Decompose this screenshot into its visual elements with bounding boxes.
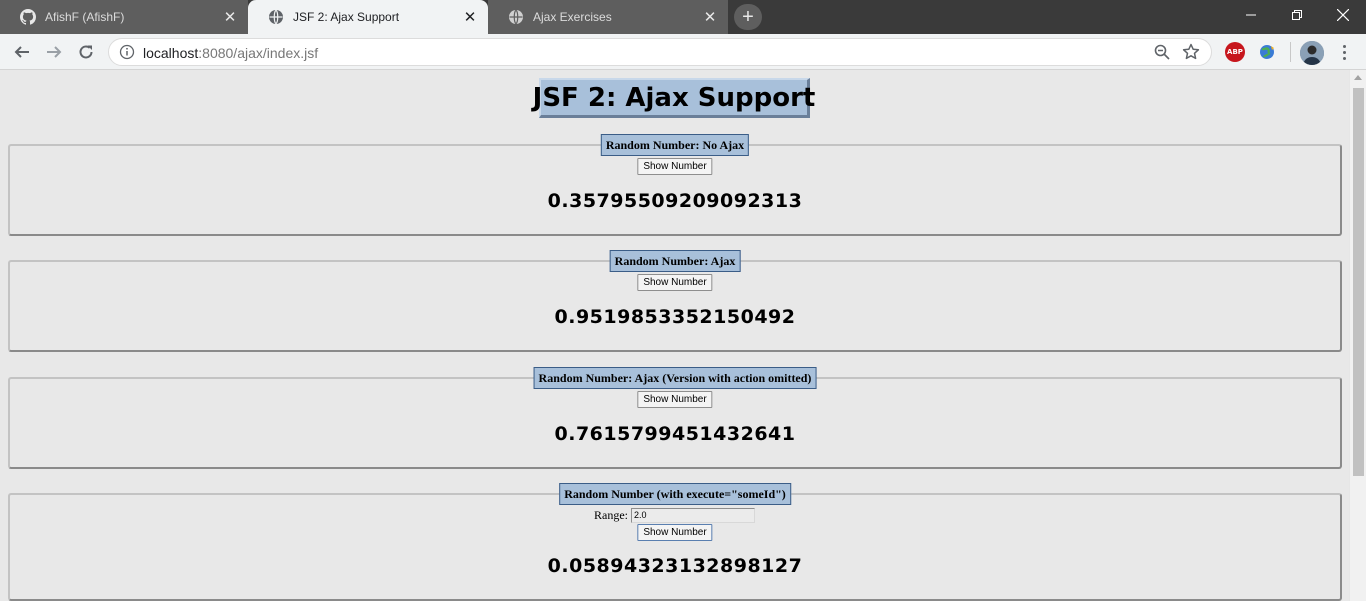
page-title: JSF 2: Ajax Support	[533, 78, 815, 118]
back-button[interactable]	[8, 38, 36, 66]
globe-icon	[268, 9, 284, 25]
show-number-button[interactable]: Show Number	[637, 274, 713, 291]
range-input[interactable]: 2.0	[631, 508, 755, 523]
bookmark-star-icon[interactable]	[1181, 42, 1201, 62]
tab-title: Ajax Exercises	[533, 10, 612, 24]
forward-arrow-icon	[47, 46, 62, 58]
section-no-ajax: Random Number: No Ajax Show Number 0.357…	[8, 134, 1342, 236]
toolbar-separator	[1290, 42, 1291, 62]
random-number-result: 0.9519853352150492	[554, 306, 796, 328]
profile-avatar[interactable]	[1300, 41, 1324, 65]
extension-globe-icon[interactable]	[1257, 42, 1277, 62]
tab-github[interactable]: AfishF (AfishF) ✕	[0, 0, 248, 34]
section-legend: Random Number: Ajax (Version with action…	[533, 367, 817, 389]
forward-button[interactable]	[40, 38, 68, 66]
random-number-result: 0.35795509209092313	[547, 190, 803, 212]
vertical-scrollbar[interactable]	[1349, 70, 1366, 601]
scrollbar-thumb[interactable]	[1353, 88, 1364, 476]
zoom-out-icon[interactable]	[1153, 43, 1171, 61]
section-legend: Random Number: No Ajax	[600, 134, 750, 156]
adblock-plus-icon[interactable]: ABP	[1225, 42, 1245, 62]
new-tab-button[interactable]: +	[734, 4, 762, 30]
browser-toolbar: localhost:8080/ajax/index.jsf ABP	[0, 34, 1366, 70]
show-number-button[interactable]: Show Number	[637, 391, 713, 408]
section-ajax-action-omitted: Random Number: Ajax (Version with action…	[8, 367, 1342, 469]
tab-strip: AfishF (AfishF) ✕ JSF 2: Ajax Support ✕ …	[0, 0, 1366, 34]
tab-title: AfishF (AfishF)	[45, 10, 125, 24]
scroll-up-arrow-icon[interactable]	[1354, 75, 1362, 80]
page-viewport: JSF 2: Ajax Support Random Number: No Aj…	[0, 70, 1349, 601]
random-number-result: 0.7615799451432641	[554, 423, 796, 445]
section-legend: Random Number (with execute="someId")	[559, 483, 791, 505]
minimize-button[interactable]	[1228, 0, 1274, 30]
section-legend: Random Number: Ajax	[609, 250, 741, 272]
show-number-button[interactable]: Show Number	[637, 158, 713, 175]
reload-icon	[79, 45, 93, 59]
browser-menu-button[interactable]	[1334, 42, 1354, 62]
tab-title: JSF 2: Ajax Support	[293, 10, 400, 24]
url-text: localhost:8080/ajax/index.jsf	[143, 45, 319, 61]
globe-icon	[508, 9, 524, 25]
close-tab-icon[interactable]: ✕	[458, 5, 482, 29]
back-arrow-icon	[14, 46, 29, 58]
github-icon	[20, 9, 36, 25]
random-number-result: 0.05894323132898127	[547, 555, 803, 577]
close-tab-icon[interactable]: ✕	[218, 5, 242, 29]
reload-button[interactable]	[72, 38, 100, 66]
close-tab-icon[interactable]: ✕	[698, 5, 722, 29]
tab-ajax-exercises[interactable]: Ajax Exercises ✕	[488, 0, 728, 34]
section-ajax: Random Number: Ajax Show Number 0.951985…	[8, 250, 1342, 352]
tab-jsf-ajax-support[interactable]: JSF 2: Ajax Support ✕	[248, 0, 488, 34]
close-window-button[interactable]	[1320, 0, 1366, 30]
address-bar[interactable]: localhost:8080/ajax/index.jsf	[108, 38, 1212, 66]
restore-button[interactable]	[1274, 0, 1320, 30]
section-execute-someid: Random Number (with execute="someId") Ra…	[8, 483, 1342, 601]
range-label: Range:	[594, 508, 628, 522]
show-number-button[interactable]: Show Number	[637, 524, 713, 541]
info-icon[interactable]	[119, 44, 135, 60]
range-row: Range: 2.0	[594, 508, 755, 523]
